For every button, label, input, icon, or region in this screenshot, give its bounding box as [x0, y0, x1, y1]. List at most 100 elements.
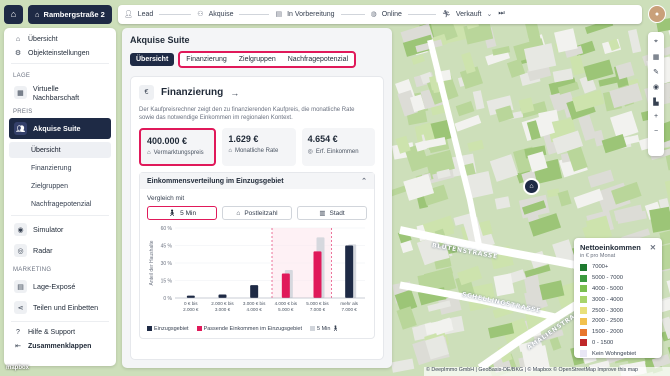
compare-postleitzahl-button[interactable]: ⌂ Postleitzahl [222, 206, 292, 221]
x-tick-label: 0 € bis [184, 301, 198, 306]
chevron-down-icon: ⌄ [486, 11, 493, 18]
step-verkauft[interactable]: 🏃︎ Verkauft ⌄ [442, 10, 493, 19]
location-pin-icon[interactable]: ⌖ [648, 34, 664, 49]
sidebar-item-akquise-suite[interactable]: 👥︎ Akquise Suite [9, 118, 111, 139]
legend-label: 7000+ [592, 264, 609, 271]
sidebar-subitem-zielgruppen[interactable]: Zielgruppen [9, 178, 111, 194]
pipeline-steps: 👤︎ Lead ⚇ Akquise ▤ In Vorbereitung ◍ Online… [117, 4, 642, 24]
mapbox-logo[interactable]: mapbox [6, 365, 29, 371]
kpi-label: Monatliche Rate [234, 148, 279, 155]
sidebar-item-virtuelle-nachbarschaft[interactable]: ▦ Virtuelle Nachbarschaft [9, 82, 111, 103]
button-label: Postleitzahl [244, 209, 278, 217]
sidebar-item-lage-expose[interactable]: ▤ Lage-Exposé [9, 276, 111, 297]
chevron-up-icon[interactable]: ⌃ [361, 177, 367, 185]
handshake-icon: ⚇ [197, 11, 204, 18]
radar-icon: ◎ [14, 244, 27, 257]
tab-finanzierung[interactable]: Finanzierung [181, 54, 231, 65]
legend-swatch [580, 328, 587, 336]
step-in-vorbereitung[interactable]: ▤ In Vorbereitung [275, 10, 334, 19]
share-icon: ⋖ [14, 301, 27, 314]
help-icon: ? [16, 328, 20, 336]
legend-item: 5 Min 🚶︎ [310, 326, 339, 332]
legend-swatch [196, 326, 202, 332]
compare-label: Vergleich mit [147, 195, 185, 203]
home-icon: ⌂ [236, 209, 241, 217]
map-attribution[interactable]: © DeepImmo GmbH | GeoBasis-DE/BKG | © Ma… [424, 367, 670, 376]
income-distribution-body: Vergleich mit 🚶︎ 5 Min ⌂ Postleitzahl ▥ Sta… [140, 189, 374, 338]
legend-row: 7000+ [580, 262, 656, 273]
compare-5min-button[interactable]: 🚶︎ 5 Min [147, 206, 217, 221]
tab-uebersicht[interactable]: Übersicht [130, 53, 175, 66]
sidebar-item-simulator[interactable]: ◉ Simulator [9, 219, 111, 240]
button-label: Stadt [329, 209, 345, 217]
sidebar-subitem-uebersicht[interactable]: Übersicht [9, 142, 111, 158]
income-distribution-header[interactable]: Einkommensverteilung im Einzugsgebiet ⌃ [140, 173, 374, 190]
legend-label: 5000 - 7000 [592, 275, 623, 282]
avatar[interactable]: ● [648, 5, 666, 23]
y-tick-label: 60 % [161, 226, 173, 232]
ruler-icon[interactable]: ✎ [648, 64, 664, 79]
kpi-erf-einkommen: 4.654 € ◎ Erf. Einkommen [301, 128, 375, 167]
sidebar-item-label: Akquise Suite [33, 124, 81, 133]
divider [11, 63, 109, 64]
poi-icon[interactable]: ◉ [648, 79, 664, 94]
walk-icon: 🚶︎ [330, 326, 339, 333]
euro-icon: € [139, 85, 154, 100]
step-akquise[interactable]: ⚇ Akquise [197, 10, 233, 19]
sidebar-item-objekteinstellungen[interactable]: ⚙ Objekteinstellungen [9, 46, 111, 60]
panel-title: Akquise Suite [130, 35, 190, 45]
chart-bar [186, 295, 195, 299]
x-tick-label: 2.000 € [183, 307, 199, 312]
address-button[interactable]: ⌂ Rambergstraße 2 [28, 4, 112, 24]
tab-zielgruppen[interactable]: Zielgruppen [234, 54, 281, 65]
compare-stadt-button[interactable]: ▥ Stadt [297, 206, 367, 221]
sidebar-item-uebersicht[interactable]: ⌂ Übersicht [9, 32, 111, 46]
arrow-right-icon[interactable]: → [230, 88, 239, 98]
step-divider [239, 13, 270, 15]
walk-icon: 🚶︎ [167, 210, 177, 218]
legend-item: Passende Einkommen im Einzugsgebiet [196, 326, 303, 333]
app-logo-icon[interactable]: ⌂ [4, 4, 23, 24]
sidebar-subitem-nachfragepotenzial[interactable]: Nachfragepotenzial [9, 196, 111, 212]
legend-label: Passende Einkommen im Einzugsgebiet [203, 326, 303, 333]
finanzierung-header[interactable]: € Finanzierung → [139, 85, 375, 100]
x-tick-label: 5.000 € [278, 307, 294, 312]
income-chart-svg: Anteil der Haushalte 0 % 15 % 30 % 45 % 60 % 0… [149, 226, 365, 312]
step-online[interactable]: ◍ Online [370, 10, 402, 19]
skip-forward-icon[interactable]: ⏭︎ [498, 10, 504, 18]
sidebar-item-teilen[interactable]: ⋖ Teilen und Einbetten [9, 297, 111, 318]
sidebar-item-label: Lage-Exposé [33, 282, 76, 291]
legend-title: Nettoeinkommen [580, 243, 641, 252]
sidebar-item-label: Radar [33, 246, 53, 255]
sidebar-item-label: Objekteinstellungen [28, 49, 90, 57]
legend-swatch [310, 326, 316, 332]
sidebar-item-label: Simulator [33, 225, 64, 234]
legend-row: 1500 - 2000 [580, 327, 656, 338]
legend-row: 2500 - 3000 [580, 305, 656, 316]
layers-icon[interactable]: ▦ [648, 49, 664, 64]
zoom-out-icon[interactable]: − [648, 124, 664, 139]
close-icon[interactable]: ✕ [650, 243, 656, 252]
sidebar-item-zusammenklappen[interactable]: ⇤ Zusammenklappen [9, 339, 111, 353]
chart-bar [218, 294, 227, 299]
simulator-icon: ◉ [14, 223, 27, 236]
gear-icon: ⚙ [14, 50, 22, 57]
sidebar-item-hilfe[interactable]: ? Hilfe & Support [9, 325, 111, 339]
globe-icon: ◍ [370, 11, 377, 18]
kpi-value: 400.000 € [147, 136, 188, 147]
kpi-value: 4.654 € [307, 134, 338, 145]
tab-nachfragepotenzial[interactable]: Nachfragepotenzial [283, 54, 353, 65]
x-tick-label: 7.000 € [342, 307, 358, 312]
sidebar-subitem-finanzierung[interactable]: Finanzierung [9, 160, 111, 176]
step-lead[interactable]: 👤︎ Lead [124, 10, 153, 19]
x-tick-label: 3.000 € [215, 307, 231, 312]
sidebar-item-radar[interactable]: ◎ Radar [9, 240, 111, 261]
divider [11, 321, 109, 322]
income-distribution-title: Einkommensverteilung im Einzugsgebiet [147, 177, 284, 185]
zoom-in-icon[interactable]: + [648, 109, 664, 124]
legend-swatch [580, 296, 587, 304]
legend-row: 2000 - 2500 [580, 316, 656, 327]
document-icon: ▤ [14, 280, 27, 293]
3d-view-icon[interactable]: ▙ [648, 94, 664, 109]
property-marker-icon[interactable]: ⌂ [523, 178, 540, 195]
